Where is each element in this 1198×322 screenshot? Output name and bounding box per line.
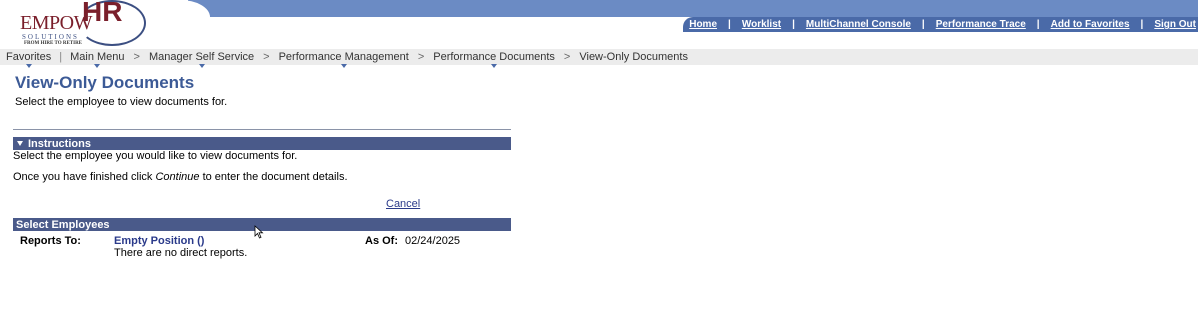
- nav-separator: |: [1036, 19, 1040, 30]
- collapse-triangle-icon: [17, 141, 23, 146]
- chevron-down-icon: [198, 64, 205, 68]
- chevron-down-icon: [94, 64, 101, 68]
- nav-separator: |: [921, 19, 925, 30]
- mouse-cursor-icon: [254, 225, 264, 239]
- breadcrumb-performance-management[interactable]: Performance Management: [278, 51, 409, 68]
- universal-nav: Home | Worklist | MultiChannel Console |…: [689, 17, 1196, 32]
- divider: [13, 129, 511, 130]
- breadcrumb-favorites[interactable]: Favorites: [6, 51, 52, 68]
- no-direct-reports-message: There are no direct reports.: [114, 247, 248, 259]
- breadcrumb-arrow-icon: >: [417, 51, 425, 63]
- nav-separator: |: [728, 19, 731, 30]
- breadcrumb-manager-self-service[interactable]: Manager Self Service: [148, 51, 255, 68]
- nav-sign-out-link[interactable]: Sign Out: [1154, 19, 1196, 30]
- reports-to-value-link[interactable]: Empty Position (): [114, 235, 204, 247]
- nav-separator: |: [1140, 19, 1144, 30]
- as-of-label: As Of:: [365, 235, 398, 247]
- instructions-line-2-prefix: Once you have finished click: [13, 171, 156, 183]
- page-subtitle: Select the employee to view documents fo…: [15, 96, 228, 108]
- breadcrumb-performance-documents[interactable]: Performance Documents: [433, 51, 555, 68]
- nav-performance-trace-link[interactable]: Performance Trace: [936, 19, 1026, 30]
- select-employees-header-label: Select Employees: [16, 218, 110, 231]
- nav-add-to-favorites-link[interactable]: Add to Favorites: [1051, 19, 1130, 30]
- page-title: View-Only Documents: [15, 73, 195, 92]
- breadcrumb-arrow-icon: >: [563, 51, 571, 63]
- instructions-line-1: Select the employee you would like to vi…: [13, 150, 298, 162]
- breadcrumb-main-menu[interactable]: Main Menu: [70, 51, 125, 68]
- nav-home-link[interactable]: Home: [689, 19, 717, 30]
- nav-worklist-link[interactable]: Worklist: [742, 19, 781, 30]
- logo-hr: HR: [82, 0, 123, 27]
- nav-separator: |: [792, 19, 795, 30]
- instructions-line-2: Once you have finished click Continue to…: [13, 171, 348, 183]
- breadcrumb: Favorites | Main Menu > Manager Self Ser…: [0, 49, 1198, 68]
- logo-tagline: FROM HIRE TO RETIRE: [24, 41, 83, 46]
- instructions-header-label: Instructions: [28, 137, 91, 150]
- breadcrumb-pipe: |: [59, 51, 63, 63]
- instructions-line-2-suffix: to enter the document details.: [199, 171, 348, 183]
- header-band: [188, 0, 1198, 17]
- breadcrumb-main-menu-label: Main Menu: [70, 51, 125, 63]
- chevron-down-icon: [25, 64, 32, 68]
- breadcrumb-arrow-icon: >: [263, 51, 270, 63]
- breadcrumb-current: View-Only Documents: [579, 51, 688, 63]
- instructions-header[interactable]: Instructions: [13, 137, 511, 150]
- logo-sub: SOLUTIONS: [22, 33, 79, 41]
- breadcrumb-favorites-label: Favorites: [6, 51, 52, 63]
- breadcrumb-arrow-icon: >: [133, 51, 140, 63]
- breadcrumb-item-label: Manager Self Service: [148, 51, 255, 63]
- portal-header: Home | Worklist | MultiChannel Console |…: [0, 0, 1198, 50]
- chevron-down-icon: [491, 64, 498, 68]
- company-logo: EMPOW HR SOLUTIONS FROM HIRE TO RETIRE: [18, 0, 148, 48]
- as-of-date: 02/24/2025: [405, 235, 461, 247]
- instructions-continue-emphasis: Continue: [155, 171, 200, 183]
- chevron-down-icon: [340, 64, 347, 68]
- cancel-link[interactable]: Cancel: [386, 198, 420, 210]
- breadcrumb-item-label: Performance Documents: [433, 51, 555, 63]
- breadcrumb-item-label: Performance Management: [278, 51, 409, 63]
- nav-multichannel-console-link[interactable]: MultiChannel Console: [806, 19, 911, 30]
- reports-to-label: Reports To:: [20, 235, 81, 247]
